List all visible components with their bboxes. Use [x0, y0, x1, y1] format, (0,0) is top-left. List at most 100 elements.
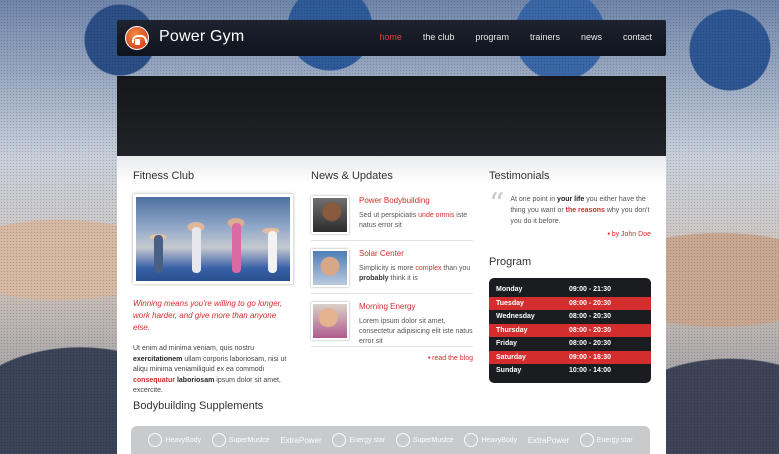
main-nav: home the club program trainers news cont… [358, 32, 652, 42]
schedule-hours: 09:00 - 21:30 [569, 286, 612, 294]
news-text: Lorem ipsum dolor sit amet, consectetur … [359, 318, 473, 345]
schedule-hours: 08:00 - 20:30 [569, 326, 612, 334]
schedule-hours: 10:00 - 14:00 [569, 367, 612, 375]
nav-news[interactable]: news [581, 32, 602, 42]
schedule-row: Wednesday 08:00 - 20:30 [489, 310, 651, 324]
brand-logo[interactable]: ExtraPower [528, 436, 569, 445]
news-body: Solar Center Simplicity is more complex … [359, 249, 473, 287]
nav-the-club[interactable]: the club [423, 32, 455, 42]
news-title[interactable]: Solar Center [359, 249, 473, 259]
nav-home[interactable]: home [379, 32, 402, 42]
news-text: Sed ut perspiciatis [359, 212, 419, 219]
schedule-row: Saturday 09:00 - 16:30 [489, 350, 651, 364]
brand-logo[interactable]: Energy star [579, 433, 633, 447]
brand-logo[interactable]: HeavyBody [464, 433, 517, 447]
news-thumbnail[interactable] [311, 196, 349, 234]
schedule-day: Wednesday [496, 313, 535, 321]
testimonials-heading: Testimonials [489, 170, 550, 182]
brand-icon [464, 433, 479, 447]
para-text: Ut enim ad minima veniam, quis nostru [133, 345, 254, 352]
news-thumbnail[interactable] [311, 249, 349, 287]
schedule-day: Tuesday [496, 299, 524, 307]
testi-highlight: the reasons [565, 207, 605, 214]
schedule-row: Tuesday 08:00 - 20:30 [489, 296, 651, 310]
news-item: Power Bodybuilding Sed ut perspiciatis u… [311, 188, 473, 241]
schedule-hours: 09:00 - 16:30 [569, 353, 612, 361]
fitness-club-heading: Fitness Club [133, 170, 195, 182]
schedule-hours: 08:00 - 20:30 [569, 340, 612, 348]
testi-text: At one point in [510, 196, 558, 203]
brand-name[interactable]: Power Gym [159, 28, 244, 46]
brand-logo[interactable]: Energy star [332, 433, 385, 447]
brand-icon [579, 433, 594, 447]
para-bold: laboriosam [176, 376, 215, 384]
news-thumbnail[interactable] [311, 302, 349, 340]
supplement-brands-bar: HeavyBody SuperMuslce ExtraPower Energy … [131, 426, 650, 454]
read-blog-link[interactable]: read the blog [311, 355, 473, 362]
schedule-row: Friday 08:00 - 20:30 [489, 337, 651, 351]
figure-shape [232, 223, 241, 273]
hero-slider[interactable] [117, 76, 666, 156]
brand-label: ExtraPower [527, 435, 570, 445]
brand-logo[interactable]: ExtraPower [280, 436, 321, 445]
brand-icon [148, 433, 163, 447]
supplements-heading: Bodybuilding Supplements [133, 400, 264, 412]
brand-logo[interactable]: HeavyBody [148, 433, 201, 447]
fitness-class-photo [133, 194, 293, 284]
fitness-paragraph: Ut enim ad minima veniam, quis nostru ex… [133, 344, 295, 397]
news-title[interactable]: Power Bodybuilding [359, 196, 473, 206]
news-text: than you [441, 265, 471, 272]
schedule-hours: 08:00 - 20:30 [569, 313, 612, 321]
news-column: News & Updates Power Bodybuilding Sed ut… [311, 170, 473, 362]
nav-contact[interactable]: contact [623, 32, 652, 42]
news-body: Morning Energy Lorem ipsum dolor sit ame… [359, 302, 473, 345]
schedule-day: Saturday [496, 353, 526, 361]
program-schedule: Monday 09:00 - 21:30 Tuesday 08:00 - 20:30… [489, 278, 651, 383]
brand-label: Energy star [349, 436, 386, 444]
fitness-club-column: Fitness Club Winning means you're willin… [133, 170, 295, 397]
testimonial-author[interactable]: by John Doe [489, 231, 651, 238]
testimonials-column: Testimonials “ At one point in your life… [489, 170, 651, 383]
schedule-row: Thursday 08:00 - 20:30 [489, 323, 651, 337]
news-highlight: unde omnis [418, 212, 455, 219]
brand-label: HeavyBody [165, 436, 202, 444]
figure-shape [268, 231, 277, 273]
brand-label: SuperMuslce [228, 436, 270, 444]
news-bold: probably [359, 275, 389, 282]
news-body: Power Bodybuilding Sed ut perspiciatis u… [359, 196, 473, 234]
news-heading: News & Updates [311, 170, 393, 182]
brand-logo[interactable]: SuperMuslce [395, 433, 454, 447]
nav-program[interactable]: program [475, 32, 509, 42]
schedule-hours: 08:00 - 20:30 [569, 299, 612, 307]
brand-label: ExtraPower [280, 435, 322, 445]
brand-label: SuperMuslce [412, 436, 454, 444]
brand-label: Energy star [596, 436, 633, 444]
news-title[interactable]: Morning Energy [359, 302, 473, 312]
schedule-day: Friday [496, 340, 518, 348]
testimonial-text: At one point in your life you either hav… [510, 194, 651, 227]
schedule-day: Thursday [496, 326, 528, 334]
testi-bold: your life [557, 196, 585, 203]
figure-shape [192, 227, 201, 273]
schedule-row: Sunday 10:00 - 14:00 [489, 364, 651, 378]
content-panel: Fitness Club Winning means you're willin… [117, 156, 666, 454]
news-text: think it is [388, 275, 418, 282]
fitness-quote: Winning means you're willing to go longe… [133, 299, 283, 332]
news-item: Morning Energy Lorem ipsum dolor sit ame… [311, 294, 473, 347]
brand-logo[interactable]: SuperMuslce [211, 433, 270, 447]
program-heading: Program [489, 256, 532, 268]
testimonial: “ At one point in your life you either h… [489, 187, 651, 227]
schedule-day: Sunday [496, 367, 522, 375]
schedule-day: Monday [496, 286, 523, 294]
schedule-row: Monday 09:00 - 21:30 [489, 283, 651, 297]
brand-icon [332, 433, 347, 447]
quote-icon: “ [489, 187, 505, 222]
logo-icon[interactable] [125, 26, 149, 50]
para-highlight: consequatur [133, 376, 176, 384]
brand-label: HeavyBody [481, 436, 518, 444]
figure-shape [154, 235, 163, 273]
news-text: Simplicity is more [359, 265, 416, 272]
nav-trainers[interactable]: trainers [530, 32, 560, 42]
site-header: Power Gym home the club program trainers… [117, 20, 666, 56]
news-item: Solar Center Simplicity is more complex … [311, 241, 473, 294]
